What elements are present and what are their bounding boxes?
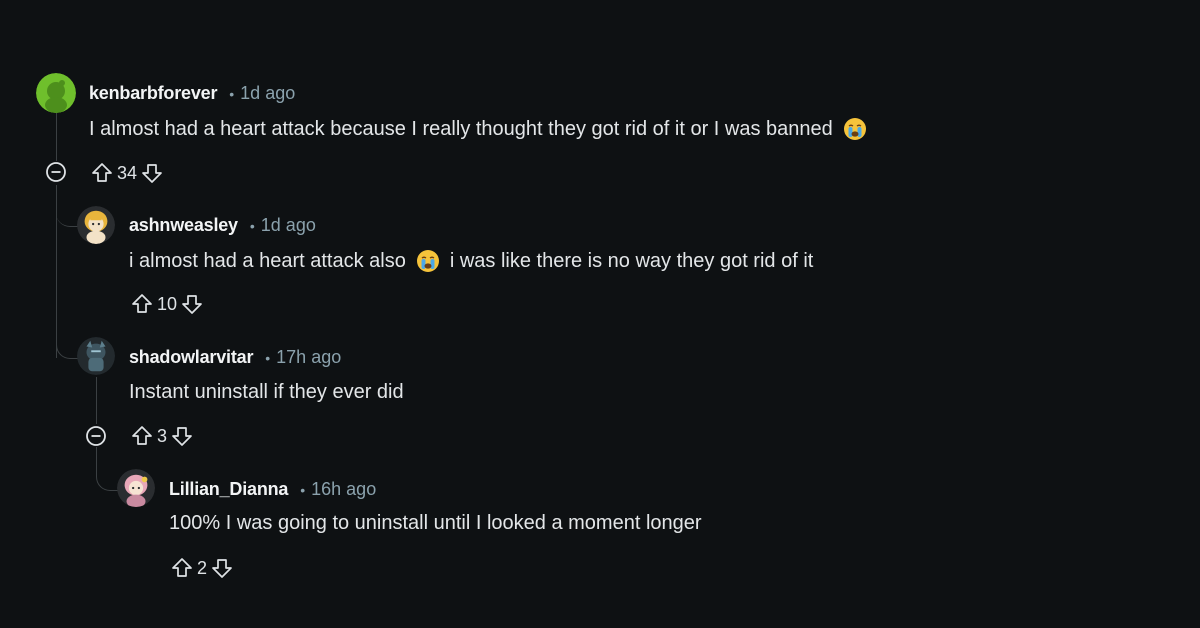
username[interactable]: ashnweasley [129, 215, 238, 236]
comment-body: Instant uninstall if they ever did [129, 381, 404, 404]
upvote-button[interactable] [129, 290, 155, 318]
timestamp[interactable]: 16h ago [311, 479, 376, 500]
upvote-arrow-icon [132, 294, 152, 313]
downvote-button[interactable] [209, 554, 235, 582]
comment-thread: kenbarbforever • 1d ago I almost had a h… [0, 0, 1200, 628]
upvote-button[interactable] [129, 422, 155, 450]
downvote-button[interactable] [179, 290, 205, 318]
downvote-arrow-icon [212, 559, 232, 578]
upvote-button[interactable] [169, 554, 195, 582]
vote-bar: 34 [89, 159, 165, 187]
downvote-arrow-icon [172, 427, 192, 446]
timestamp[interactable]: 17h ago [276, 347, 341, 368]
upvote-arrow-icon [92, 163, 112, 182]
downvote-arrow-icon [142, 164, 162, 183]
upvote-arrow-icon [172, 558, 192, 577]
thread-connector [56, 200, 78, 227]
comment-body: I almost had a heart attack because I re… [89, 117, 867, 141]
comment-text: i almost had a heart attack also [129, 249, 406, 272]
collapse-button[interactable] [45, 161, 67, 183]
thread-line [96, 377, 97, 424]
comment-text: 100% I was going to uninstall until I lo… [169, 512, 702, 534]
comment-body: 100% I was going to uninstall until I lo… [169, 512, 702, 535]
collapse-minus-icon [86, 426, 106, 446]
vote-bar: 10 [129, 290, 205, 318]
separator: • [249, 218, 255, 234]
avatar[interactable] [77, 206, 115, 244]
vote-bar: 2 [169, 554, 235, 582]
avatar[interactable] [36, 73, 76, 113]
downvote-button[interactable] [139, 159, 165, 187]
thread-connector [56, 330, 79, 359]
avatar[interactable] [117, 469, 155, 507]
crying-face-icon [416, 249, 440, 273]
vote-bar: 3 [129, 422, 195, 450]
username[interactable]: kenbarbforever [89, 83, 217, 104]
comment-text: I almost had a heart attack because I re… [89, 117, 833, 140]
upvote-button[interactable] [89, 159, 115, 187]
vote-score: 10 [157, 293, 178, 314]
collapse-minus-icon [46, 162, 66, 182]
crying-face-icon [843, 117, 867, 141]
username[interactable]: shadowlarvitar [129, 347, 253, 368]
comment-body: i almost had a heart attack also i was l… [129, 249, 813, 273]
timestamp[interactable]: 1d ago [240, 83, 295, 104]
vote-score: 34 [117, 162, 138, 183]
vote-score: 3 [157, 425, 168, 446]
username[interactable]: Lillian_Dianna [169, 479, 288, 500]
timestamp[interactable]: 1d ago [261, 215, 316, 236]
comment-text: i was like there is no way they got rid … [449, 249, 814, 272]
thread-line [96, 447, 97, 462]
downvote-arrow-icon [182, 295, 202, 314]
downvote-button[interactable] [169, 422, 195, 450]
separator: • [265, 350, 271, 366]
upvote-arrow-icon [132, 426, 152, 445]
vote-score: 2 [197, 557, 208, 578]
thread-connector [96, 462, 119, 491]
avatar[interactable] [77, 337, 115, 375]
separator: • [300, 482, 306, 498]
thread-line [56, 113, 57, 161]
collapse-button[interactable] [85, 425, 107, 447]
comment-text: Instant uninstall if they ever did [129, 381, 404, 403]
separator: • [229, 86, 235, 102]
